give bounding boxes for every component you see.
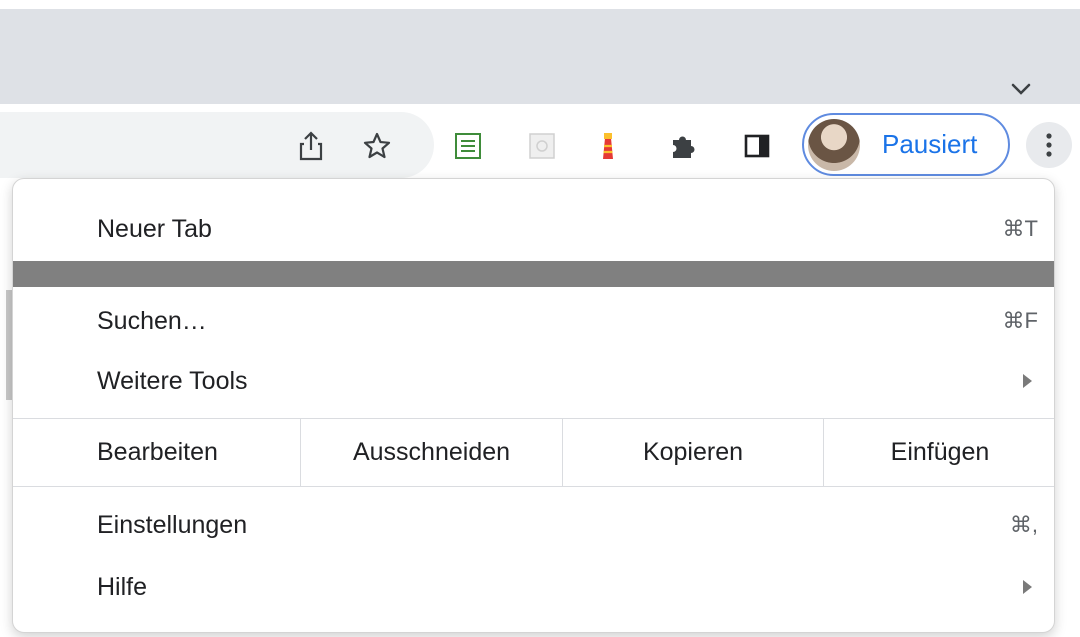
menu-item-label: Einstellungen	[97, 510, 248, 539]
puzzle-icon	[673, 136, 695, 158]
extension-lighthouse-button[interactable]	[588, 126, 628, 166]
submenu-arrow-icon	[1023, 374, 1032, 388]
ext-lighthouse-icon	[603, 133, 613, 159]
share-button[interactable]	[291, 126, 331, 166]
highlighted-menu-band	[13, 261, 1054, 287]
menu-item-settings[interactable]: Einstellungen ⌘,	[13, 497, 1054, 553]
chevron-down-icon	[1011, 83, 1031, 95]
menu-item-more-tools[interactable]: Weitere Tools	[13, 353, 1054, 409]
avatar	[808, 118, 860, 171]
tab-search-button[interactable]	[1006, 74, 1036, 104]
chrome-app-menu: Neuer Tab ⌘T Suchen… ⌘F Weitere Tools Be…	[12, 178, 1055, 633]
copy-button[interactable]: Kopieren	[562, 419, 823, 486]
ext-notes-icon	[455, 133, 481, 159]
cut-button[interactable]: Ausschneiden	[300, 419, 562, 486]
chrome-menu-button[interactable]	[1026, 122, 1072, 168]
extension-grid-button[interactable]	[522, 126, 562, 166]
tab-strip-topline	[0, 0, 1080, 9]
side-panel-icon	[744, 134, 770, 158]
menu-edit-row: Bearbeiten Ausschneiden Kopieren Einfüge…	[13, 419, 1054, 486]
menu-item-label: Weitere Tools	[97, 366, 248, 395]
more-vertical-icon	[1046, 133, 1052, 157]
bookmark-star-icon	[363, 132, 391, 159]
edit-row-label: Bearbeiten	[97, 438, 218, 466]
menu-item-shortcut: ⌘F	[1002, 308, 1038, 333]
menu-item-shortcut: ⌘,	[1009, 512, 1038, 537]
menu-item-label: Suchen…	[97, 306, 207, 335]
profile-status-label: Pausiert	[882, 129, 978, 159]
extensions-button[interactable]	[663, 126, 703, 166]
menu-separator	[13, 486, 1054, 487]
menu-item-find[interactable]: Suchen… ⌘F	[13, 293, 1054, 349]
menu-item-new-tab[interactable]: Neuer Tab ⌘T	[13, 201, 1054, 257]
menu-item-shortcut: ⌘T	[1002, 216, 1038, 241]
menu-item-label: Neuer Tab	[97, 214, 212, 243]
profile-chip[interactable]: Pausiert	[802, 113, 1010, 176]
bookmark-button[interactable]	[357, 126, 397, 166]
extension-notes-button[interactable]	[448, 126, 488, 166]
share-icon	[299, 131, 323, 161]
menu-item-label: Hilfe	[97, 572, 148, 601]
tab-strip	[0, 0, 1080, 104]
menu-item-help[interactable]: Hilfe	[13, 559, 1054, 615]
ext-grid-icon	[529, 133, 555, 159]
side-panel-button[interactable]	[737, 126, 777, 166]
submenu-arrow-icon	[1023, 580, 1032, 594]
paste-button[interactable]: Einfügen	[823, 419, 1054, 486]
